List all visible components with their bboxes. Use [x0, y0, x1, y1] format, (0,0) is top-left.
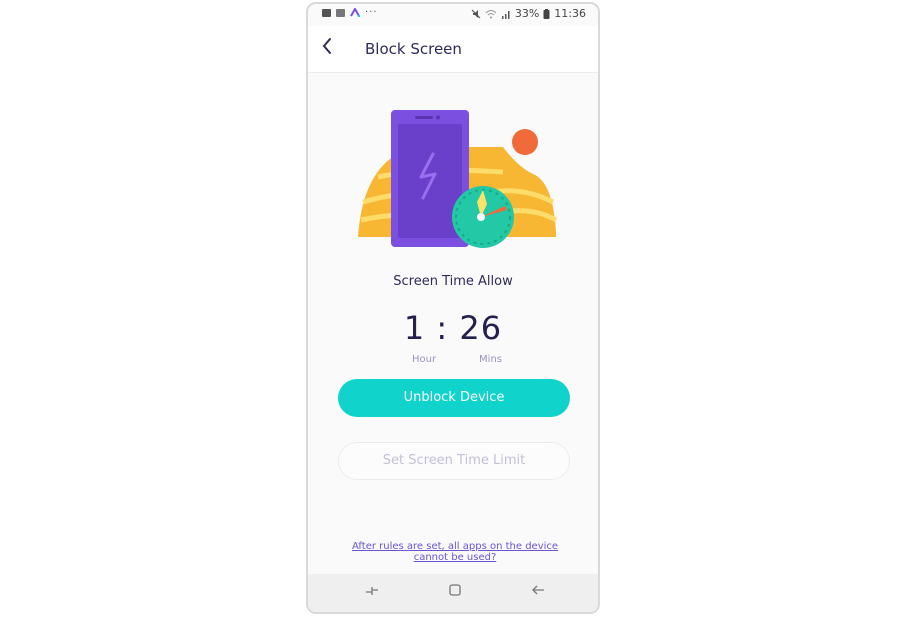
navigation-bar: [308, 574, 598, 612]
system-back-button[interactable]: [528, 583, 548, 603]
status-bar: ··· 33% 11:36: [308, 4, 598, 26]
sun-shape: [512, 129, 538, 155]
home-button[interactable]: [445, 583, 465, 603]
set-screen-time-limit-button[interactable]: Set Screen Time Limit: [338, 442, 570, 480]
help-link[interactable]: After rules are set, all apps on the dev…: [328, 541, 582, 563]
home-icon: [449, 584, 461, 596]
unblock-device-button[interactable]: Unblock Device: [338, 379, 570, 417]
minutes-value: 26: [459, 309, 503, 347]
phone-frame: ··· 33% 11:36 Block Screen Screen Time A…: [306, 2, 600, 614]
page-title: Block Screen: [365, 40, 462, 58]
time-separator: :: [436, 309, 449, 347]
gallery-icon: [336, 8, 345, 17]
mins-label: Mins: [479, 354, 502, 365]
back-arrow-icon: [532, 585, 544, 595]
app-bar: Block Screen: [308, 26, 598, 73]
clock: 11:36: [554, 7, 586, 20]
back-button[interactable]: [320, 36, 340, 58]
battery-percentage: 33%: [514, 7, 540, 20]
time-units: Hour Mins: [412, 354, 502, 365]
help-link-line2[interactable]: cannot be used?: [328, 552, 582, 563]
chevron-left-icon: [322, 38, 331, 54]
battery-icon: [543, 8, 550, 19]
screen-time-value: 1 : 26: [308, 309, 598, 347]
signal-icon: [501, 10, 510, 19]
hour-label: Hour: [412, 354, 437, 365]
wifi-icon: [485, 9, 497, 18]
screen-time-label: Screen Time Allow: [393, 274, 513, 289]
help-link-line1[interactable]: After rules are set, all apps on the dev…: [328, 541, 582, 552]
phone-with-clock-illustration: [358, 110, 558, 248]
hours-value: 1: [403, 309, 426, 347]
youtube-icon: [322, 8, 331, 17]
app-logo-icon: [350, 8, 360, 17]
recents-button[interactable]: [362, 583, 382, 603]
recents-icon: [366, 587, 378, 595]
more-notifications-icon: ···: [365, 6, 378, 18]
mute-icon: [471, 9, 481, 18]
